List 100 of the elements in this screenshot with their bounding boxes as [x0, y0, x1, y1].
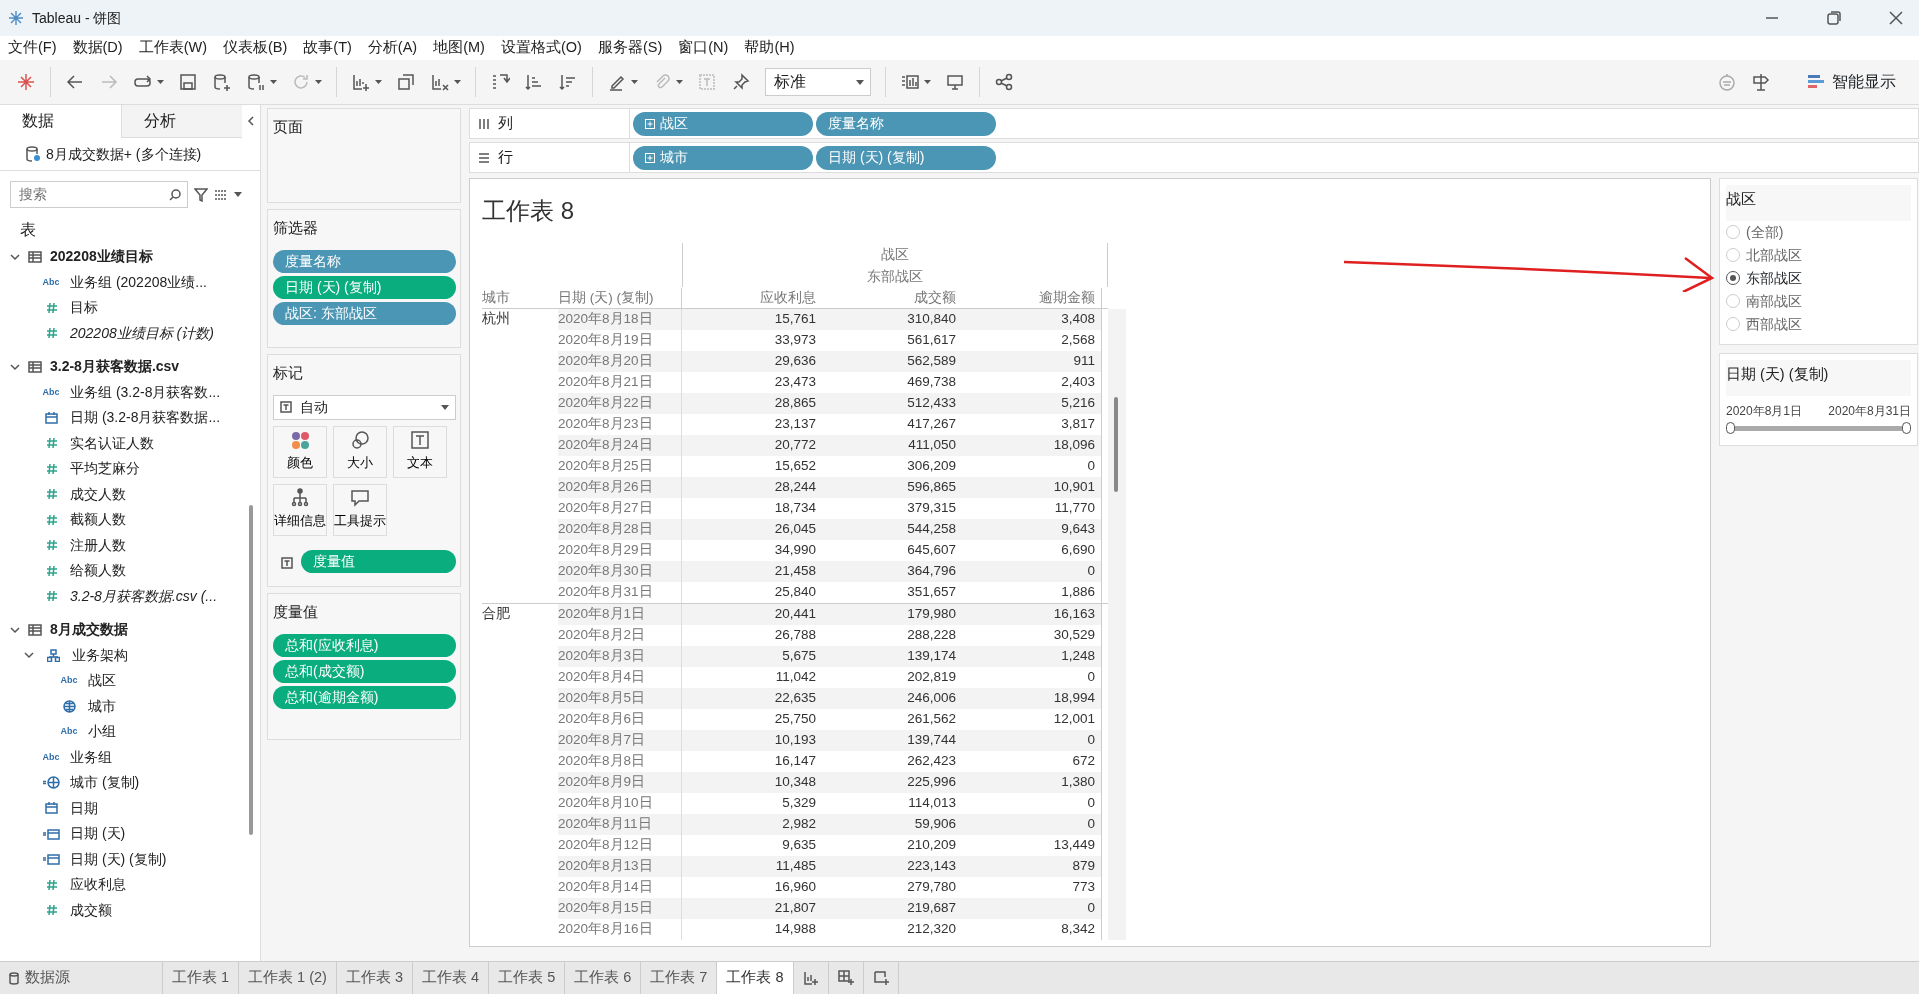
- radio-label[interactable]: 西部战区: [1746, 313, 1802, 335]
- save-icon[interactable]: [178, 72, 198, 92]
- caret-icon[interactable]: [454, 80, 461, 84]
- signpost-icon[interactable]: [1751, 72, 1771, 92]
- expand-plus-icon[interactable]: [645, 152, 655, 163]
- menu-item[interactable]: 仪表板(B): [223, 37, 288, 59]
- field-name[interactable]: 日期 (3.2-8月获客数据...: [70, 407, 221, 429]
- menu-item[interactable]: 数据(D): [72, 37, 123, 59]
- mark-property-button[interactable]: 大小: [333, 425, 387, 478]
- chevron-icon[interactable]: [24, 650, 34, 661]
- field-name[interactable]: 3.2-8月获客数据.csv (...: [70, 585, 218, 607]
- restore-icon[interactable]: [1827, 11, 1841, 25]
- menu-item[interactable]: 地图(M): [433, 37, 485, 59]
- field-name[interactable]: 注册人数: [70, 534, 126, 556]
- radio-label[interactable]: 北部战区: [1746, 244, 1802, 266]
- radio-label[interactable]: 东部战区: [1746, 267, 1802, 289]
- field-name[interactable]: 给额人数: [70, 560, 126, 582]
- view-size-dropdown[interactable]: 标准: [765, 68, 871, 96]
- field-name[interactable]: 城市: [88, 695, 116, 717]
- menu-item[interactable]: 工作表(W): [138, 37, 207, 59]
- new-worksheet-icon[interactable]: [351, 72, 371, 92]
- caret-icon[interactable]: [924, 80, 931, 84]
- field-name[interactable]: 实名认证人数: [70, 432, 154, 454]
- connection-name[interactable]: 8月成交数据+ (多个连接): [46, 143, 202, 165]
- caret-icon[interactable]: [234, 192, 242, 197]
- caret-icon[interactable]: [375, 80, 382, 84]
- chevron-icon[interactable]: [10, 361, 20, 372]
- duplicate-icon[interactable]: [396, 72, 416, 92]
- field-name[interactable]: 日期: [70, 797, 98, 819]
- show-me-button[interactable]: 智能显示: [1801, 67, 1903, 97]
- list-view-icon[interactable]: [214, 188, 228, 201]
- field-name[interactable]: 202208业绩目标 (计数): [70, 322, 214, 344]
- caret-icon[interactable]: [631, 80, 638, 84]
- expand-plus-icon[interactable]: [645, 118, 655, 129]
- mark-property-button[interactable]: 工具提示: [333, 483, 387, 536]
- swap-axes-icon[interactable]: [490, 72, 510, 92]
- menu-item[interactable]: 分析(A): [367, 37, 418, 59]
- radio-label[interactable]: (全部): [1746, 221, 1784, 243]
- menu-item[interactable]: 帮助(H): [744, 37, 795, 59]
- mark-property-button[interactable]: 颜色: [273, 425, 327, 478]
- field-name[interactable]: 战区: [88, 670, 116, 692]
- field-name[interactable]: 成交人数: [70, 483, 126, 505]
- caret-icon[interactable]: [157, 80, 164, 84]
- field-name[interactable]: 业务组: [70, 746, 112, 768]
- pin-icon[interactable]: [731, 72, 751, 92]
- sheet-tab[interactable]: 工作表 4: [413, 962, 490, 994]
- sort-descending-icon[interactable]: [558, 72, 578, 92]
- field-name[interactable]: 小组: [88, 721, 116, 743]
- field-name[interactable]: 日期 (天) (复制): [70, 848, 167, 870]
- caret-icon[interactable]: [856, 79, 864, 85]
- scrollbar-thumb[interactable]: [1114, 397, 1118, 492]
- new-worksheet-icon[interactable]: [802, 970, 819, 986]
- sheet-tab[interactable]: 工作表 6: [565, 962, 642, 994]
- field-name[interactable]: 目标: [70, 297, 98, 319]
- table-name[interactable]: 202208业绩目标: [50, 246, 153, 268]
- sheet-tab[interactable]: 工作表 1 (2): [239, 962, 337, 994]
- menu-item[interactable]: 设置格式(O): [500, 37, 582, 59]
- menu-item[interactable]: 文件(F): [8, 37, 57, 59]
- menu-item[interactable]: 故事(T): [303, 37, 352, 59]
- radio-label[interactable]: 南部战区: [1746, 290, 1802, 312]
- field-name[interactable]: 业务架构: [72, 644, 128, 666]
- caret-icon[interactable]: [315, 80, 322, 84]
- caret-icon[interactable]: [270, 80, 277, 84]
- field-name[interactable]: 成交额: [70, 899, 112, 921]
- caret-icon[interactable]: [676, 80, 683, 84]
- field-name[interactable]: 平均芝麻分: [70, 458, 140, 480]
- show-cards-icon[interactable]: [900, 72, 920, 92]
- pause-data-icon[interactable]: [246, 72, 266, 92]
- search-box[interactable]: 搜索: [10, 181, 188, 208]
- chevron-icon[interactable]: [10, 251, 20, 262]
- table-name[interactable]: 3.2-8月获客数据.csv: [50, 356, 180, 378]
- slider-handle[interactable]: [1902, 421, 1911, 434]
- presentation-icon[interactable]: [945, 72, 965, 92]
- field-name[interactable]: 业务组 (202208业绩...: [70, 271, 207, 293]
- mark-property-button[interactable]: 文本: [393, 425, 447, 478]
- menu-item[interactable]: 窗口(N): [678, 37, 729, 59]
- data-source-tab[interactable]: 数据源: [0, 962, 163, 994]
- menu-item[interactable]: 服务器(S): [597, 37, 663, 59]
- field-name[interactable]: 城市 (复制): [70, 772, 140, 794]
- sheet-tab[interactable]: 工作表 5: [489, 962, 566, 994]
- sheet-tab[interactable]: 工作表 8: [717, 962, 794, 994]
- field-name[interactable]: 截额人数: [70, 509, 126, 531]
- share-icon[interactable]: [994, 72, 1014, 92]
- pane-tab[interactable]: 分析: [120, 105, 242, 138]
- field-name[interactable]: 业务组 (3.2-8月获客数...: [70, 381, 221, 403]
- mark-type-dropdown[interactable]: 自动: [273, 394, 456, 420]
- filter-icon[interactable]: [194, 187, 208, 202]
- sheet-tab[interactable]: 工作表 3: [336, 962, 414, 994]
- slider-handle[interactable]: [1726, 421, 1735, 434]
- mark-property-button[interactable]: 详细信息: [273, 483, 327, 536]
- chevron-icon[interactable]: [10, 624, 20, 635]
- table-name[interactable]: 8月成交数据: [50, 619, 128, 641]
- sort-ascending-icon[interactable]: [524, 72, 544, 92]
- new-data-source-icon[interactable]: [212, 72, 232, 92]
- close-icon[interactable]: [1889, 11, 1903, 25]
- field-name[interactable]: 日期 (天): [70, 823, 126, 845]
- scrollbar-thumb[interactable]: [249, 505, 253, 835]
- new-dashboard-icon[interactable]: [837, 970, 854, 986]
- sheet-tab[interactable]: 工作表 1: [163, 962, 240, 994]
- field-name[interactable]: 应收利息: [70, 874, 126, 896]
